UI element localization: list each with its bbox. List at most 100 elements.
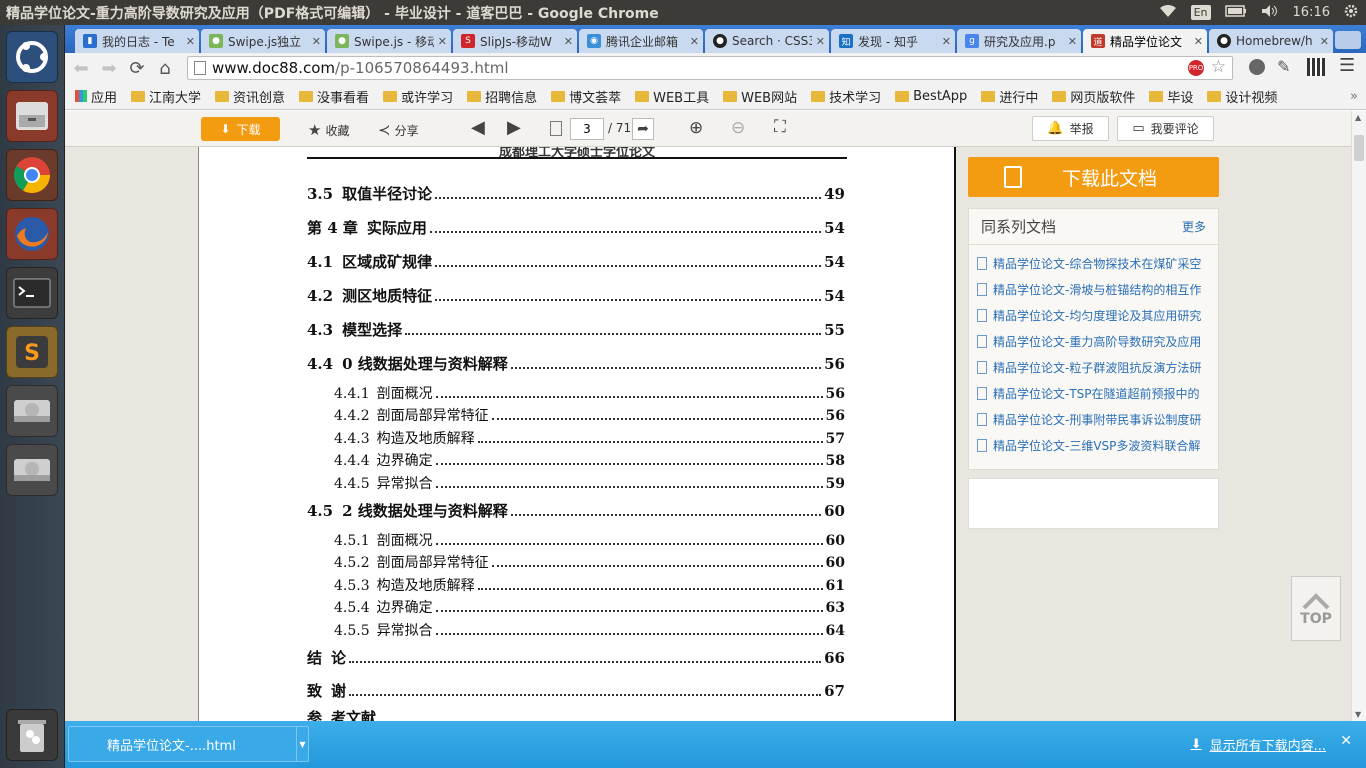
wifi-icon[interactable]	[1159, 4, 1177, 22]
close-icon[interactable]: ✕	[438, 35, 447, 48]
tab[interactable]: S SlipJs-移动W ✕	[453, 29, 577, 53]
series-document-link[interactable]: 精品学位论文-三维VSP多波资料联合解	[969, 432, 1218, 458]
home-icon[interactable]: ⌂	[153, 56, 177, 80]
close-icon[interactable]: ✕	[816, 35, 825, 48]
bookmark-folder[interactable]: 资讯创意	[215, 87, 285, 106]
zoom-in-button[interactable]: ⊕	[689, 118, 703, 138]
toc-page-number: 55	[824, 321, 845, 339]
tab[interactable]: ● Swipe.js - 移动 ✕	[327, 29, 451, 53]
close-icon[interactable]: ✕	[312, 35, 321, 48]
bookmark-folder[interactable]: WEB网站	[723, 87, 797, 106]
bookmark-folder[interactable]: 进行中	[981, 87, 1038, 106]
series-document-link[interactable]: 精品学位论文-综合物探技术在煤矿采空	[969, 250, 1218, 276]
trash-icon[interactable]	[6, 709, 58, 761]
close-icon[interactable]: ✕	[1068, 35, 1077, 48]
bookmark-folder[interactable]: 博文荟萃	[551, 87, 621, 106]
tab[interactable]: ▮ 我的日志 - Te ✕	[75, 29, 199, 53]
new-tab-button[interactable]	[1335, 31, 1361, 49]
series-document-link[interactable]: 精品学位论文-重力高阶导数研究及应用	[969, 328, 1218, 354]
address-bar[interactable]: www.doc88.com/p-106570864493.html PRO ☆	[187, 56, 1233, 80]
scroll-down-icon[interactable]: ▼	[1355, 710, 1361, 719]
more-link[interactable]: 更多	[1182, 218, 1206, 235]
page-number-input[interactable]: 3	[570, 118, 604, 140]
back-to-top-button[interactable]: TOP	[1291, 576, 1341, 641]
zoom-out-button[interactable]: ⊖	[731, 118, 745, 138]
fullscreen-button[interactable]: ⛶	[774, 117, 786, 137]
series-title: 同系列文档	[981, 218, 1057, 236]
show-all-downloads-link[interactable]: ⬇ 显示所有下载内容...	[1191, 735, 1326, 754]
bookmark-folder[interactable]: 没事看看	[299, 87, 369, 106]
download-document-button[interactable]: 下载此文档	[968, 157, 1219, 197]
scrollbar-thumb[interactable]	[1354, 135, 1364, 161]
go-page-button[interactable]: ➦	[632, 118, 654, 140]
gear-icon[interactable]	[1344, 4, 1358, 22]
page-icon	[550, 121, 562, 136]
page-scrollbar[interactable]: ▲ ▼	[1351, 111, 1366, 721]
close-icon[interactable]: ✕	[1320, 35, 1329, 48]
tab[interactable]: ● Homebrew/h ✕	[1209, 29, 1333, 53]
series-document-title: 精品学位论文-均匀度理论及其应用研究	[993, 308, 1202, 323]
series-document-link[interactable]: 精品学位论文-TSP在隧道超前预报中的	[969, 380, 1218, 406]
ubuntu-dash-icon[interactable]	[6, 31, 58, 83]
tab-active[interactable]: 道精品学位论文 ✕	[1083, 29, 1207, 53]
drive-icon[interactable]	[6, 444, 58, 496]
volume-icon[interactable]	[1261, 4, 1279, 22]
keyboard-layout-indicator[interactable]: En	[1190, 5, 1211, 20]
files-icon[interactable]	[6, 90, 58, 142]
series-document-link[interactable]: 精品学位论文-滑坡与桩锚结构的相互作	[969, 276, 1218, 302]
scroll-up-icon[interactable]: ▲	[1355, 113, 1361, 122]
bookmark-folder[interactable]: 设计视频	[1207, 87, 1277, 106]
chrome-icon[interactable]	[6, 149, 58, 201]
close-icon[interactable]: ✕	[942, 35, 951, 48]
bookmark-folder[interactable]: 技术学习	[811, 87, 881, 106]
tab[interactable]: g 研究及应用.p ✕	[957, 29, 1081, 53]
next-page-button[interactable]: ▶	[507, 117, 521, 138]
bookmark-folder[interactable]: BestApp	[895, 89, 967, 104]
forward-icon[interactable]: ➡	[97, 56, 121, 80]
bookmark-folder[interactable]: 毕设	[1149, 87, 1193, 106]
series-document-link[interactable]: 精品学位论文-刑事附带民事诉讼制度研	[969, 406, 1218, 432]
close-icon[interactable]: ✕	[186, 35, 195, 48]
battery-icon[interactable]	[1224, 4, 1247, 21]
star-icon[interactable]: ☆	[1211, 57, 1226, 77]
bookmark-folder[interactable]: 江南大学	[131, 87, 201, 106]
chevron-down-icon[interactable]: ▼	[296, 727, 308, 761]
extension-icon[interactable]: ✎	[1277, 57, 1290, 76]
extension-icon[interactable]	[1249, 59, 1265, 75]
tab[interactable]: ● Swipe.js独立 ✕	[201, 29, 325, 53]
drive-icon[interactable]	[6, 385, 58, 437]
reload-icon[interactable]: ⟳	[125, 56, 149, 80]
bookmark-folder[interactable]: 招聘信息	[467, 87, 537, 106]
prev-page-button[interactable]: ◀	[471, 117, 485, 138]
share-button[interactable]: ≺ 分享	[378, 121, 419, 139]
close-icon[interactable]: ✕	[690, 35, 699, 48]
dot-leader	[477, 441, 823, 443]
toc-title: 构造及地质解释	[376, 431, 475, 447]
comment-button[interactable]: ▭ 我要评论	[1117, 116, 1214, 141]
bookmark-folder[interactable]: WEB工具	[635, 87, 709, 106]
series-document-link[interactable]: 精品学位论文-均匀度理论及其应用研究	[969, 302, 1218, 328]
download-button[interactable]: ⬇ 下载	[201, 117, 280, 141]
download-item[interactable]: 精品学位论文-....html ▼	[68, 726, 309, 762]
apps-shortcut[interactable]: 应用	[75, 87, 117, 106]
series-document-link[interactable]: 精品学位论文-粒子群波阻抗反演方法研	[969, 354, 1218, 380]
extension-pro-icon[interactable]: PRO	[1188, 60, 1204, 76]
close-icon[interactable]: ✕	[564, 35, 573, 48]
sublime-text-icon[interactable]: S	[6, 326, 58, 378]
chevron-right-icon[interactable]: »	[1350, 89, 1358, 104]
report-button[interactable]: 🔔 举报	[1032, 116, 1109, 141]
tab[interactable]: ● Search · CSS3 ✕	[705, 29, 829, 53]
bookmark-folder[interactable]: 网页版软件	[1052, 87, 1135, 106]
close-icon[interactable]: ✕	[1340, 733, 1352, 749]
clock[interactable]: 16:16	[1293, 5, 1330, 20]
close-icon[interactable]: ✕	[1194, 35, 1203, 48]
menu-icon[interactable]: ☰	[1339, 55, 1355, 76]
terminal-icon[interactable]	[6, 267, 58, 319]
favorite-button[interactable]: ★ 收藏	[308, 121, 349, 139]
firefox-icon[interactable]	[6, 208, 58, 260]
back-icon[interactable]: ⬅	[69, 56, 93, 80]
qr-code-icon[interactable]	[1307, 58, 1325, 76]
bookmark-folder[interactable]: 或许学习	[383, 87, 453, 106]
tab[interactable]: 知发现 - 知乎 ✕	[831, 29, 955, 53]
tab[interactable]: ◉ 腾讯企业邮箱 ✕	[579, 29, 703, 53]
